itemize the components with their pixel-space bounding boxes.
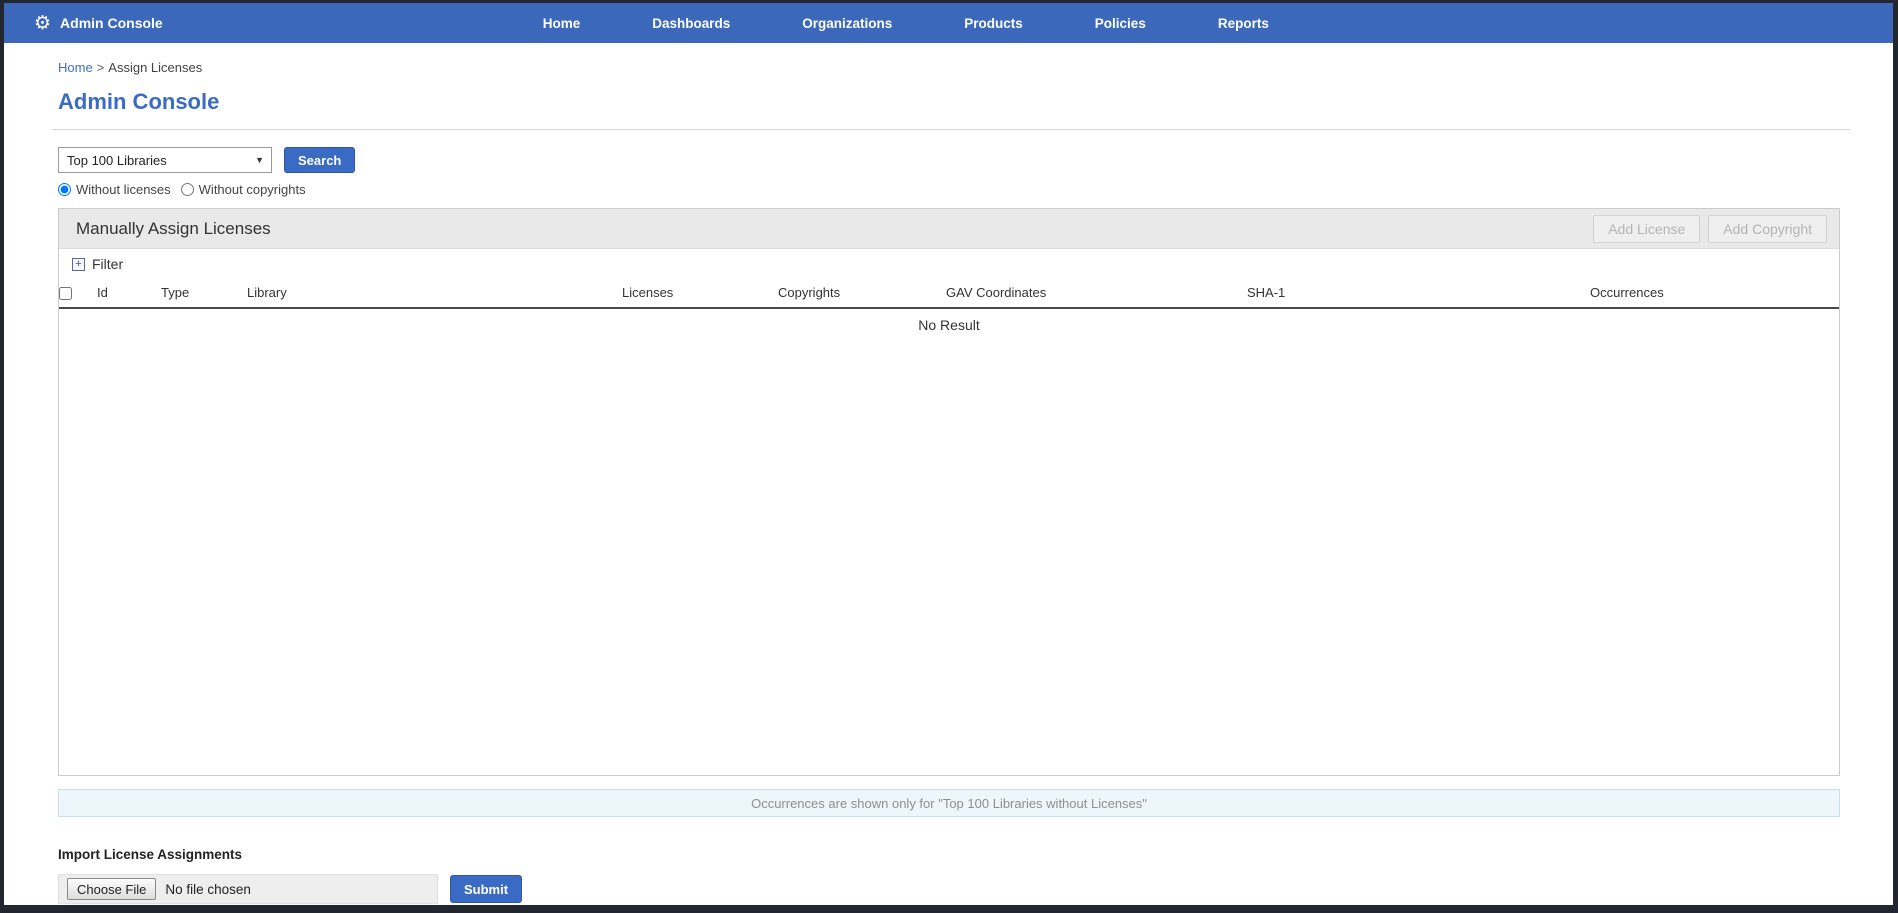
page-content: Home >Assign Licenses Admin Console Top 1… [4,43,1893,904]
panel-title: Manually Assign Licenses [76,219,271,239]
breadcrumb: Home >Assign Licenses [58,60,1840,75]
choose-file-button[interactable]: Choose File [67,878,156,900]
filter-radio-group: Without licenses Without copyrights [58,182,1840,197]
expand-plus-icon[interactable]: + [72,258,85,271]
app-brand-label: Admin Console [60,15,163,31]
occurrences-notice-bar: Occurrences are shown only for "Top 100 … [58,789,1840,817]
section-divider [52,129,1850,130]
column-header-gav-coordinates[interactable]: GAV Coordinates [946,279,1247,308]
import-section-heading: Import License Assignments [58,847,1840,862]
panel-actions: Add License Add Copyright [1593,215,1827,243]
table-header-row: Id Type Library Licenses Copyrights GAV … [59,279,1839,308]
library-scope-select[interactable]: Top 100 Libraries ▼ [58,147,272,173]
add-license-button[interactable]: Add License [1593,215,1700,243]
nav-item-organizations[interactable]: Organizations [802,16,892,31]
occurrences-notice-text: Occurrences are shown only for "Top 100 … [751,796,1147,811]
filter-label[interactable]: Filter [92,256,123,272]
add-copyright-button[interactable]: Add Copyright [1708,215,1827,243]
filter-toggle-row: + Filter [59,249,1839,279]
radio-without-copyrights-label: Without copyrights [199,182,306,197]
column-header-occurrences[interactable]: Occurrences [1590,279,1839,308]
column-header-id[interactable]: Id [97,279,161,308]
select-all-checkbox[interactable] [59,287,72,300]
column-header-licenses[interactable]: Licenses [622,279,778,308]
radio-without-licenses-label: Without licenses [76,182,171,197]
app-brand[interactable]: ⚙ Admin Console [4,14,163,33]
breadcrumb-separator: > [97,60,105,75]
file-status-text: No file chosen [165,882,251,897]
submit-button[interactable]: Submit [450,875,522,903]
primary-nav: Home Dashboards Organizations Products P… [543,16,1269,31]
radio-without-licenses[interactable]: Without licenses [58,182,171,197]
nav-item-home[interactable]: Home [543,16,581,31]
nav-item-policies[interactable]: Policies [1095,16,1146,31]
nav-item-dashboards[interactable]: Dashboards [652,16,730,31]
panel-header: Manually Assign Licenses Add License Add… [59,209,1839,249]
library-scope-select-value: Top 100 Libraries [67,153,167,168]
libraries-table: Id Type Library Licenses Copyrights GAV … [59,279,1839,309]
radio-without-copyrights[interactable]: Without copyrights [181,182,306,197]
top-navbar: ⚙ Admin Console Home Dashboards Organiza… [4,3,1893,43]
assign-licenses-panel: Manually Assign Licenses Add License Add… [58,208,1840,776]
breadcrumb-current: Assign Licenses [108,60,202,75]
gear-icon: ⚙ [34,14,51,33]
column-header-sha1[interactable]: SHA-1 [1247,279,1590,308]
empty-table-message: No Result [59,309,1839,333]
page-title: Admin Console [58,89,1840,115]
radio-without-licenses-input[interactable] [58,183,71,196]
column-header-type[interactable]: Type [161,279,247,308]
file-input[interactable]: Choose File No file chosen [58,874,438,904]
nav-item-products[interactable]: Products [964,16,1023,31]
nav-item-reports[interactable]: Reports [1218,16,1269,31]
search-row: Top 100 Libraries ▼ Search [58,147,1840,173]
column-header-copyrights[interactable]: Copyrights [778,279,946,308]
chevron-down-icon: ▼ [255,155,264,165]
column-header-library[interactable]: Library [247,279,622,308]
radio-without-copyrights-input[interactable] [181,183,194,196]
breadcrumb-home-link[interactable]: Home [58,60,93,75]
search-button[interactable]: Search [284,147,355,173]
import-row: Choose File No file chosen Submit [58,874,1840,904]
